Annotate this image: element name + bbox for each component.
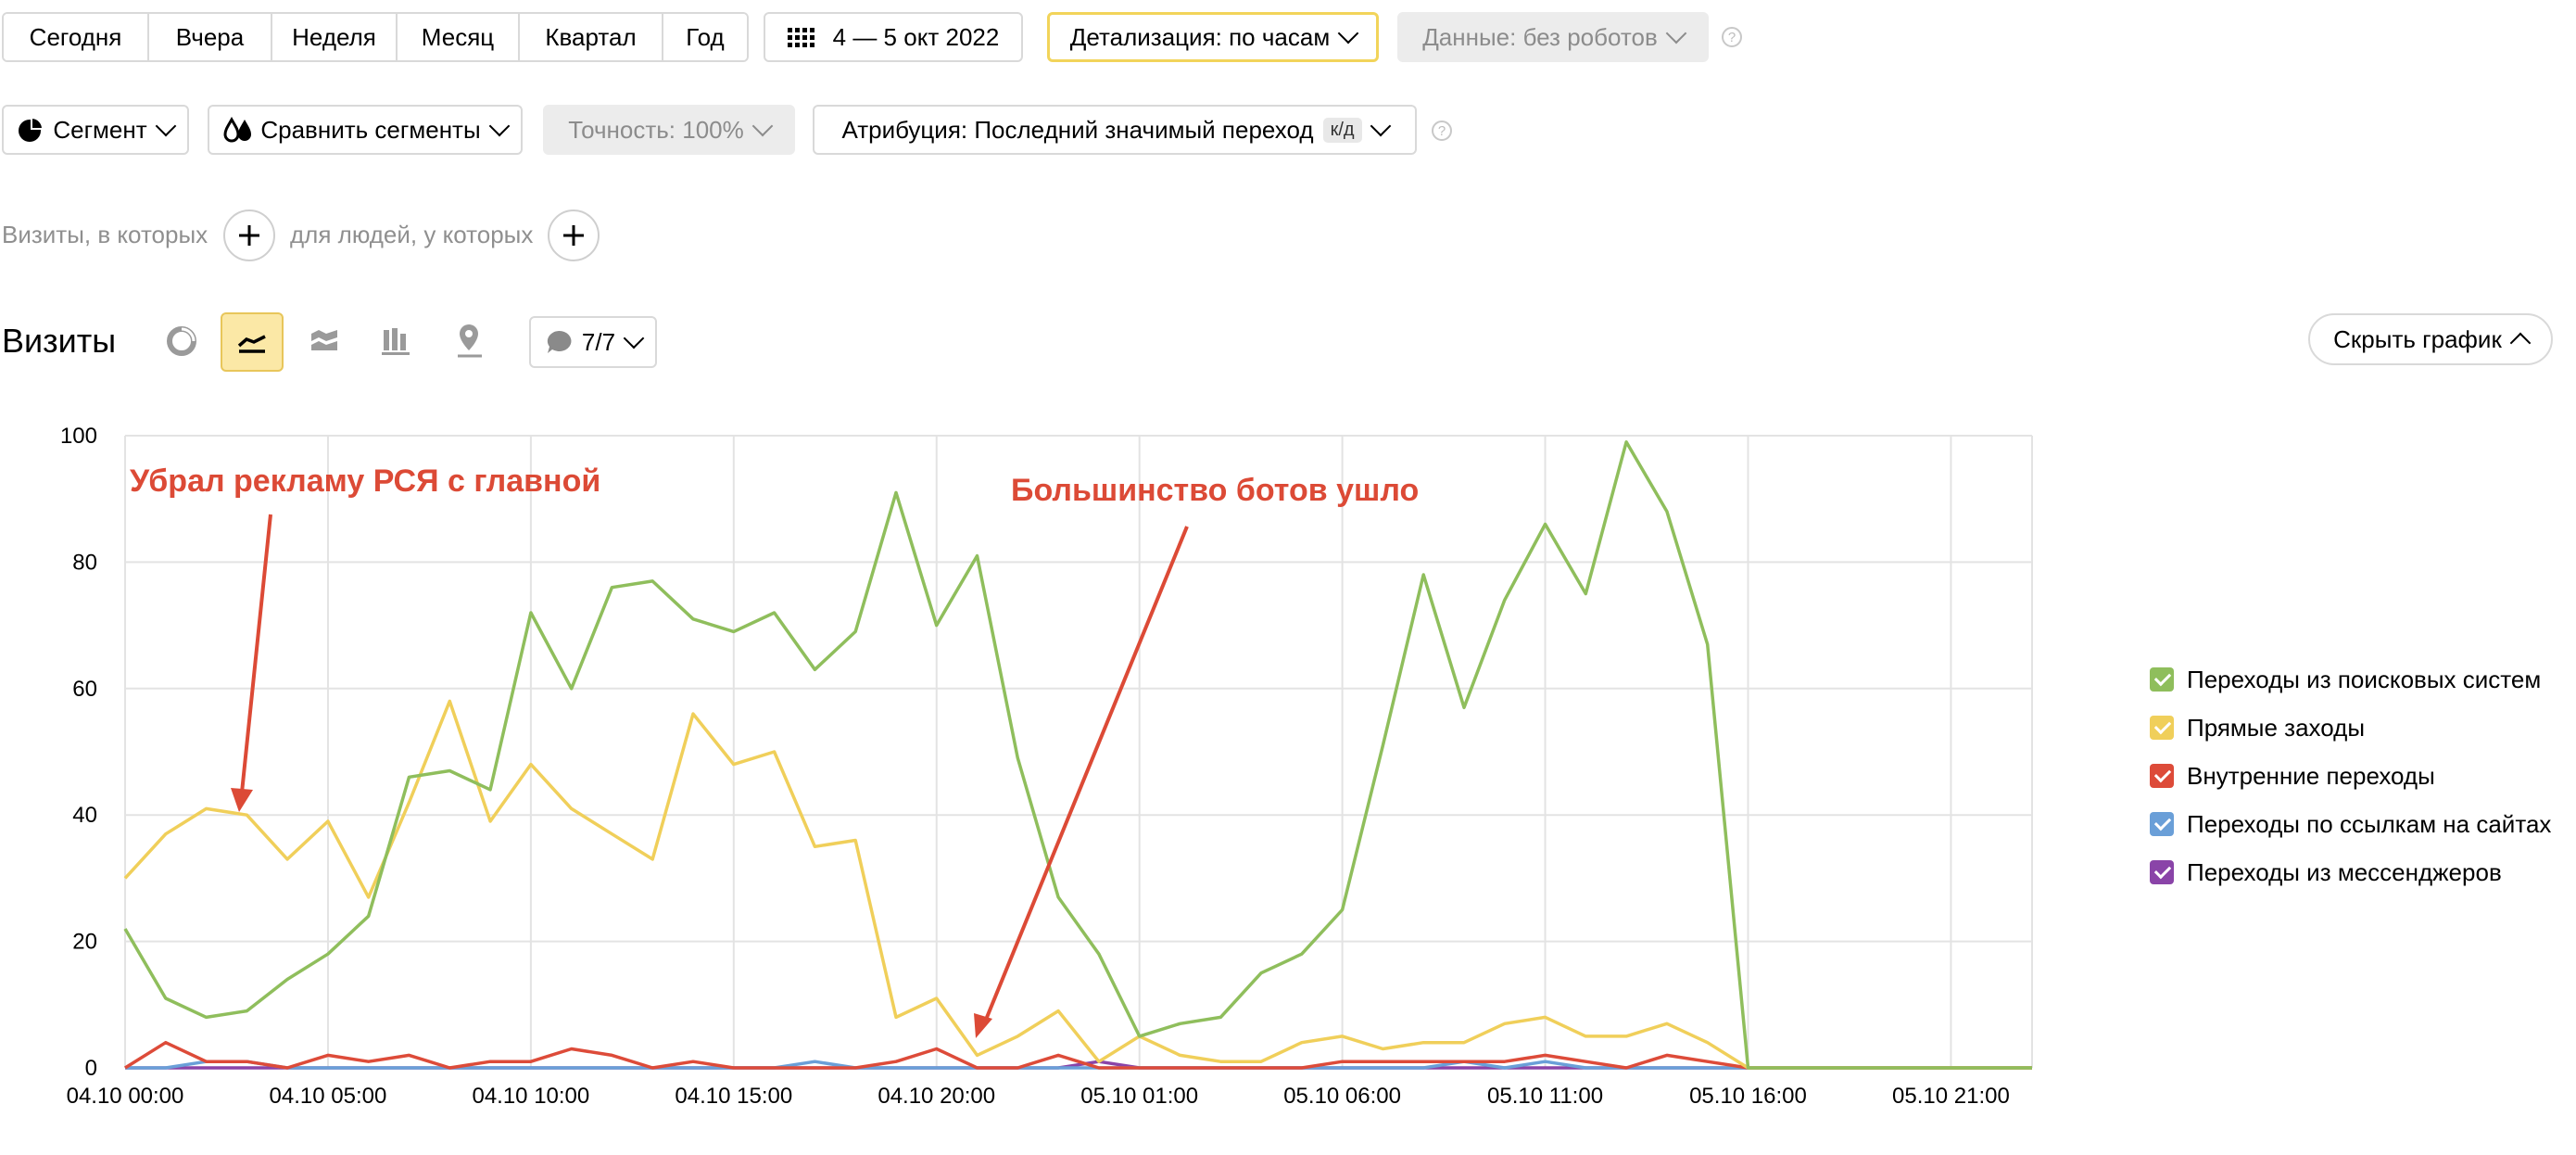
y-tick-label: 0	[85, 1056, 97, 1081]
legend-label: Переходы по ссылкам на сайтах	[2187, 809, 2552, 838]
add-people-condition-button[interactable]	[548, 209, 600, 261]
checkbox-icon	[2150, 716, 2174, 740]
checkbox-icon	[2150, 764, 2174, 788]
segment-dropdown[interactable]: Сегмент	[2, 105, 189, 155]
detail-label: Детализация: по часам	[1069, 22, 1331, 51]
x-axis-ticks: 04.10 00:00 04.10 05:00 04.10 10:00 04.10 1…	[67, 1084, 2010, 1109]
annotation-arrows	[231, 514, 1189, 1038]
y-tick-label: 40	[72, 803, 97, 828]
period-tabs: Сегодня Вчера Неделя Месяц Квартал Год	[2, 12, 749, 62]
chevron-down-icon	[1337, 22, 1359, 44]
legend-item-links[interactable]: Переходы по ссылкам на сайтах	[2150, 810, 2551, 838]
comment-icon	[547, 330, 572, 353]
chevron-up-icon	[2509, 332, 2532, 354]
checkbox-icon	[2150, 667, 2174, 692]
detail-dropdown[interactable]: Детализация: по часам	[1047, 12, 1379, 62]
x-tick-label: 04.10 15:00	[675, 1084, 792, 1109]
pie-chart-type-icon[interactable]	[165, 324, 198, 358]
x-tick-label: 05.10 01:00	[1080, 1084, 1198, 1109]
chart-series	[123, 440, 2032, 1070]
period-tab-month[interactable]: Месяц	[398, 14, 520, 60]
annotation-arrowhead-right	[974, 1013, 992, 1038]
data-filter-dropdown[interactable]: Данные: без роботов	[1397, 12, 1709, 62]
chart-grid	[124, 435, 2033, 1069]
legend-item-direct[interactable]: Прямые заходы	[2150, 714, 2365, 742]
x-tick-label: 05.10 11:00	[1487, 1084, 1603, 1109]
y-tick-label: 60	[72, 677, 97, 702]
chevron-down-icon	[1665, 22, 1687, 44]
chevron-down-icon	[1370, 115, 1391, 137]
attribution-label: Атрибуция: Последний значимый переход	[841, 115, 1314, 144]
data-filter-label: Данные: без роботов	[1422, 22, 1658, 51]
compare-label: Сравнить сегменты	[260, 115, 481, 144]
x-tick-label: 04.10 10:00	[472, 1084, 589, 1109]
legend-item-search[interactable]: Переходы из поисковых систем	[2150, 666, 2541, 693]
series-line-search	[123, 440, 2032, 1070]
attribution-dropdown[interactable]: Атрибуция: Последний значимый переход к/…	[813, 105, 1417, 155]
pie-icon	[19, 117, 44, 142]
date-range-label: 4 — 5 окт 2022	[832, 22, 1000, 51]
x-tick-label: 05.10 06:00	[1283, 1084, 1401, 1109]
y-tick-label: 100	[60, 424, 97, 449]
accuracy-label: Точность: 100%	[568, 115, 744, 144]
legend-label: Переходы из поисковых систем	[2187, 665, 2542, 693]
help-icon[interactable]: ?	[1432, 121, 1452, 141]
compare-segments-dropdown[interactable]: Сравнить сегменты	[208, 105, 523, 155]
segment-label: Сегмент	[53, 115, 147, 144]
accuracy-dropdown[interactable]: Точность: 100%	[543, 105, 795, 155]
visits-filter-label: Визиты, в которых	[2, 221, 208, 248]
y-tick-label: 20	[72, 930, 97, 955]
calendar-icon	[787, 27, 814, 47]
annotation-arrow-right	[984, 526, 1189, 1021]
checkbox-icon	[2150, 860, 2174, 884]
legend-item-messengers[interactable]: Переходы из мессенджеров	[2150, 858, 2502, 886]
compare-drops-icon	[223, 117, 252, 143]
hide-chart-label: Скрыть график	[2333, 324, 2502, 353]
line-chart-type-button[interactable]	[221, 312, 284, 372]
bar-chart-type-icon[interactable]	[380, 324, 413, 358]
date-range-button[interactable]: 4 — 5 окт 2022	[764, 12, 1023, 62]
metrics-count: 7/7	[581, 327, 616, 356]
x-tick-label: 04.10 20:00	[878, 1084, 995, 1109]
visits-line-chart: 020406080100 04.10 00:00 04.10 05:00 04.10…	[60, 424, 2033, 1109]
x-tick-label: 05.10 16:00	[1689, 1084, 1807, 1109]
add-visits-condition-button[interactable]	[223, 209, 275, 261]
annotation-arrow-left	[240, 514, 272, 793]
legend-label: Внутренние переходы	[2187, 761, 2435, 790]
series-line-direct	[123, 699, 2032, 1070]
y-tick-label: 80	[72, 550, 97, 575]
period-tab-yesterday[interactable]: Вчера	[149, 14, 272, 60]
attribution-badge: к/д	[1322, 117, 1362, 143]
line-chart-icon	[237, 335, 266, 353]
chevron-down-icon	[155, 115, 176, 137]
annotation-right-text: Большинство ботов ушло	[1011, 473, 1420, 508]
chevron-down-icon	[751, 115, 774, 137]
chevron-down-icon	[623, 327, 645, 349]
period-tab-quarter[interactable]: Квартал	[520, 14, 663, 60]
report-title: Визиты	[2, 322, 117, 360]
x-tick-label: 04.10 05:00	[270, 1084, 387, 1109]
area-chart-type-icon[interactable]	[308, 324, 341, 358]
chevron-down-icon	[488, 115, 510, 137]
legend-label: Прямые заходы	[2187, 713, 2366, 742]
annotation-left-text: Убрал рекламу РСЯ с главной	[130, 463, 601, 499]
period-tab-today[interactable]: Сегодня	[4, 14, 149, 60]
period-tab-week[interactable]: Неделя	[272, 14, 398, 60]
hide-chart-button[interactable]: Скрыть график	[2308, 313, 2553, 365]
checkbox-icon	[2150, 812, 2174, 836]
x-tick-label: 05.10 21:00	[1892, 1084, 2010, 1109]
legend-label: Переходы из мессенджеров	[2187, 857, 2502, 886]
y-axis-ticks: 0 20 40 60 80 100	[60, 424, 97, 1081]
annotation-arrowhead-left	[231, 788, 253, 812]
period-tab-year[interactable]: Год	[663, 14, 747, 60]
help-icon[interactable]: ?	[1722, 27, 1742, 47]
legend-item-internal[interactable]: Внутренние переходы	[2150, 762, 2435, 790]
map-pin-icon[interactable]	[454, 323, 487, 360]
metrics-selector[interactable]: 7/7	[529, 316, 657, 368]
people-filter-label: для людей, у которых	[290, 221, 534, 248]
x-tick-label: 04.10 00:00	[67, 1084, 184, 1109]
